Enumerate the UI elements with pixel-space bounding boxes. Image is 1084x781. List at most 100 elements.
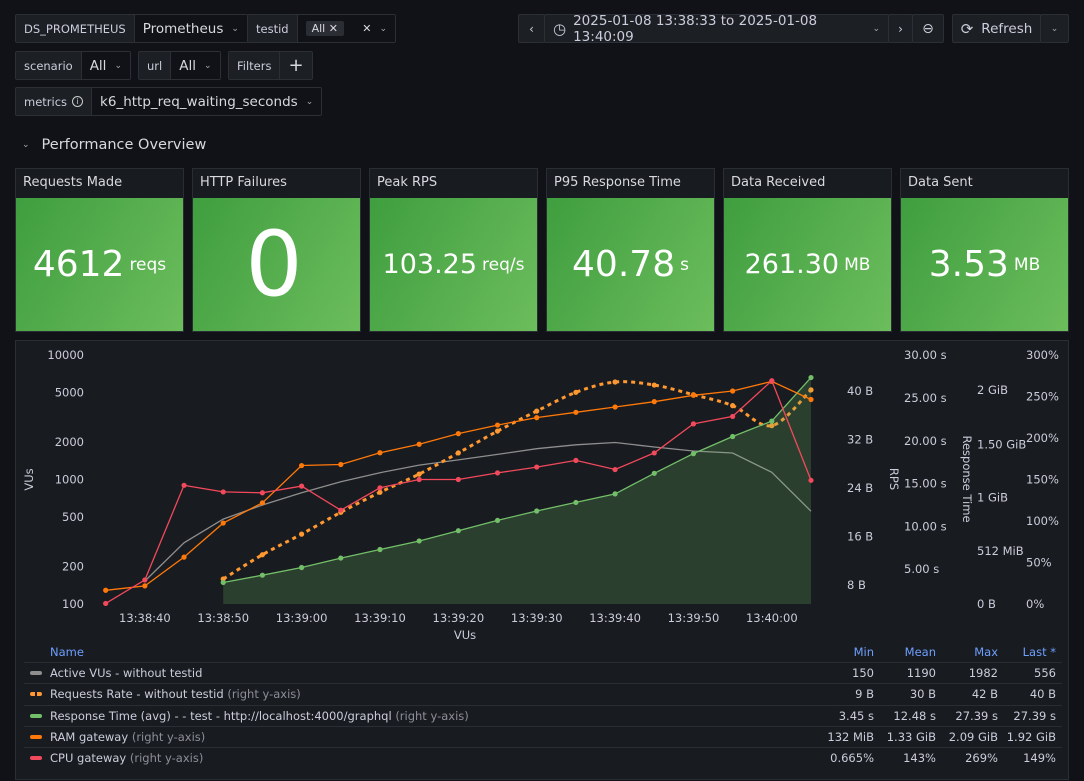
- data-point[interactable]: [534, 508, 540, 514]
- data-point[interactable]: [769, 378, 775, 384]
- time-range-picker[interactable]: ◷ 2025-01-08 13:38:33 to 2025-01-08 13:4…: [544, 13, 889, 45]
- data-point[interactable]: [808, 374, 814, 381]
- zoom-out-button[interactable]: ⊖: [912, 14, 944, 43]
- data-point[interactable]: [494, 470, 501, 476]
- testid-select[interactable]: All ✕ ✕ ⌄: [297, 15, 395, 42]
- data-point[interactable]: [259, 552, 266, 558]
- data-point[interactable]: [259, 500, 266, 506]
- data-point[interactable]: [377, 489, 383, 495]
- data-point[interactable]: [220, 579, 226, 586]
- data-point[interactable]: [730, 388, 736, 394]
- scenario-select[interactable]: All ⌄: [81, 52, 130, 79]
- ds-select[interactable]: Prometheus ⌄: [134, 15, 247, 42]
- data-point[interactable]: [259, 490, 266, 496]
- legend-row[interactable]: CPU gateway (right y-axis) 0.665% 143% 269%…: [24, 747, 1062, 768]
- legend-row[interactable]: Response Time (avg) - - test - http://lo…: [24, 704, 1062, 726]
- data-point[interactable]: [573, 389, 579, 395]
- data-point[interactable]: [573, 409, 579, 415]
- data-point[interactable]: [181, 482, 187, 488]
- legend-col[interactable]: Mean: [874, 645, 936, 659]
- testid-chip[interactable]: All ✕: [305, 21, 344, 36]
- data-point[interactable]: [573, 499, 579, 506]
- legend-row[interactable]: Requests Rate - without testid (right y-…: [24, 683, 1062, 704]
- data-point[interactable]: [534, 408, 540, 414]
- legend-col-name[interactable]: Name: [24, 645, 812, 659]
- data-point[interactable]: [298, 564, 305, 571]
- close-icon[interactable]: ✕: [329, 22, 338, 35]
- refresh-interval-dropdown[interactable]: ⌄: [1040, 14, 1069, 43]
- data-point[interactable]: [377, 450, 383, 456]
- legend-col[interactable]: Min: [812, 645, 874, 659]
- metrics-select[interactable]: k6_http_req_waiting_seconds ⌄: [92, 88, 322, 115]
- data-point[interactable]: [338, 507, 344, 513]
- data-point[interactable]: [612, 466, 618, 473]
- metrics-variable[interactable]: metrics i k6_http_req_waiting_seconds ⌄: [15, 87, 323, 116]
- data-point[interactable]: [808, 477, 814, 483]
- data-point[interactable]: [534, 464, 540, 470]
- data-point[interactable]: [259, 572, 266, 578]
- data-point[interactable]: [651, 470, 657, 476]
- data-point[interactable]: [298, 531, 305, 537]
- data-point[interactable]: [690, 421, 697, 427]
- data-point[interactable]: [730, 413, 736, 420]
- data-point[interactable]: [220, 489, 226, 495]
- data-point[interactable]: [455, 431, 461, 437]
- data-point[interactable]: [377, 485, 383, 491]
- data-point[interactable]: [181, 554, 187, 560]
- data-point[interactable]: [298, 462, 305, 469]
- data-point[interactable]: [455, 450, 461, 456]
- data-point[interactable]: [494, 428, 501, 434]
- testid-variable[interactable]: testid All ✕ ✕ ⌄: [247, 14, 396, 43]
- data-point[interactable]: [690, 392, 697, 398]
- stat-title: P95 Response Time: [554, 175, 681, 190]
- data-point[interactable]: [416, 471, 422, 477]
- url-variable[interactable]: url All ⌄: [138, 51, 221, 80]
- data-point[interactable]: [690, 451, 697, 457]
- scenario-variable[interactable]: scenario All ⌄: [15, 51, 131, 80]
- data-point[interactable]: [103, 600, 109, 607]
- data-point[interactable]: [377, 546, 383, 553]
- data-point[interactable]: [494, 517, 501, 524]
- data-point[interactable]: [612, 491, 618, 497]
- data-point[interactable]: [534, 415, 540, 421]
- data-point[interactable]: [651, 450, 657, 456]
- time-back-button[interactable]: ‹: [518, 14, 545, 43]
- legend-col[interactable]: Last *: [998, 645, 1062, 659]
- data-point[interactable]: [338, 461, 344, 468]
- data-point[interactable]: [808, 396, 814, 403]
- add-filter-button[interactable]: +: [280, 52, 312, 79]
- y-tick-label-vus: 1000: [55, 473, 84, 487]
- refresh-button[interactable]: ⟳ Refresh: [952, 14, 1041, 43]
- data-point[interactable]: [416, 538, 422, 544]
- data-point[interactable]: [298, 483, 305, 489]
- data-point[interactable]: [651, 399, 657, 405]
- time-forward-button[interactable]: ›: [888, 14, 913, 43]
- data-point[interactable]: [573, 457, 579, 464]
- data-point[interactable]: [455, 476, 461, 483]
- data-point[interactable]: [416, 476, 422, 483]
- data-point[interactable]: [730, 403, 736, 409]
- data-point[interactable]: [494, 422, 501, 428]
- data-point[interactable]: [103, 587, 109, 593]
- filters-variable[interactable]: Filters +: [228, 51, 313, 80]
- data-point[interactable]: [651, 382, 657, 388]
- data-point[interactable]: [730, 433, 736, 440]
- row-header[interactable]: ⌄ Performance Overview: [22, 137, 206, 153]
- data-point[interactable]: [338, 555, 344, 561]
- legend-col[interactable]: Max: [936, 645, 998, 659]
- info-icon[interactable]: i: [72, 96, 84, 107]
- data-point[interactable]: [142, 577, 148, 583]
- data-point[interactable]: [220, 520, 226, 526]
- data-point[interactable]: [769, 418, 775, 424]
- data-point[interactable]: [416, 441, 422, 447]
- metrics-label: metrics i: [16, 88, 93, 115]
- legend-row[interactable]: Active VUs - without testid 150 1190 1982 5…: [24, 662, 1062, 683]
- ds-variable[interactable]: DS_PROMETHEUS Prometheus ⌄: [15, 14, 248, 43]
- legend-row[interactable]: RAM gateway (right y-axis) 132 MiB 1.33 Gi…: [24, 725, 1062, 747]
- data-point[interactable]: [455, 528, 461, 534]
- clear-icon[interactable]: ✕: [362, 22, 371, 35]
- data-point[interactable]: [612, 379, 618, 385]
- data-point[interactable]: [142, 583, 148, 589]
- url-select[interactable]: All ⌄: [171, 52, 220, 79]
- data-point[interactable]: [612, 404, 618, 410]
